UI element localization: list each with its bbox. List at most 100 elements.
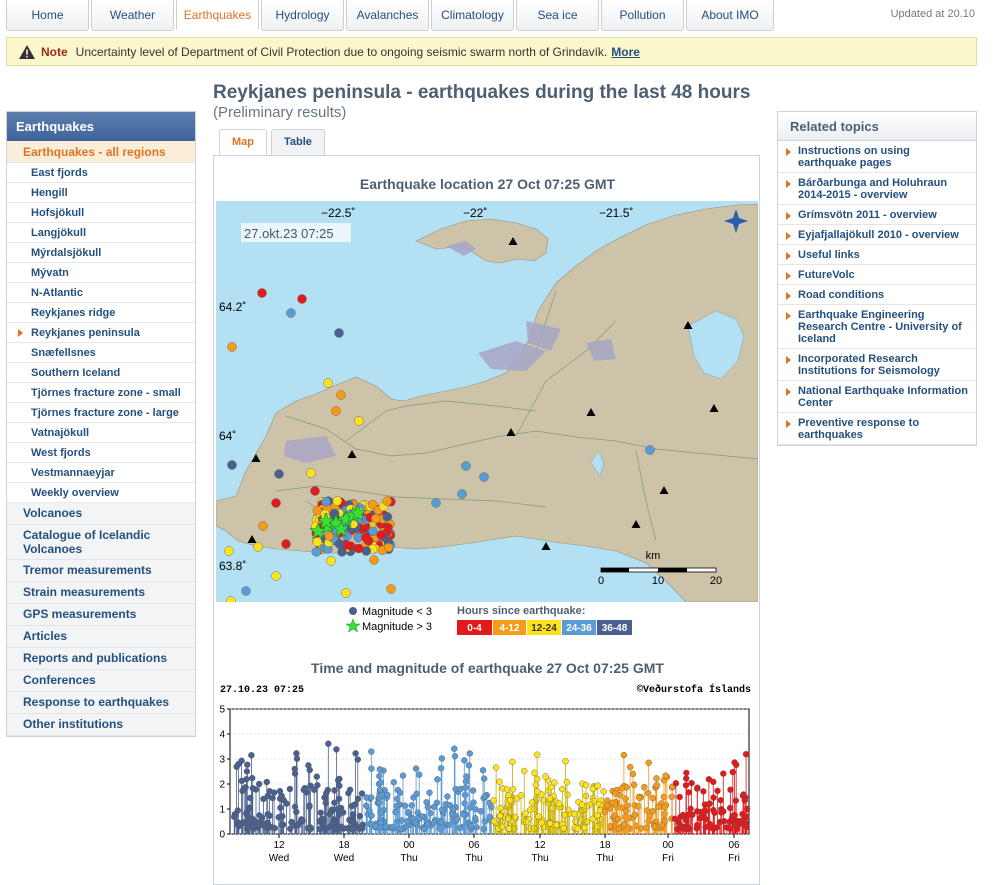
event-dot — [413, 790, 420, 798]
tab-map[interactable]: Map — [219, 129, 267, 156]
related-link-instructions-on-using-earthquake-pages[interactable]: Instructions on using earthquake pages — [778, 141, 976, 173]
notice-more-link[interactable]: More — [611, 45, 640, 59]
event-dot — [322, 799, 330, 807]
event-dot — [393, 802, 400, 810]
page-subtitle: (Preliminary results) — [213, 104, 347, 121]
event-dot — [615, 825, 622, 832]
quake-marker — [479, 472, 489, 482]
tab-hydrology[interactable]: Hydrology — [261, 0, 344, 31]
sidebar-section-conferences[interactable]: Conferences — [7, 670, 195, 692]
sidebar-item-vestmannaeyjar[interactable]: Vestmannaeyjar — [7, 463, 195, 483]
event-dot — [424, 803, 432, 811]
event-dot — [466, 750, 474, 757]
event-dot — [528, 799, 536, 806]
quake-marker — [334, 539, 345, 549]
related-link-national-earthquake-information-center[interactable]: National Earthquake Information Center — [778, 381, 976, 413]
sidebar-section-articles[interactable]: Articles — [7, 626, 195, 648]
sidebar-item-reykjanes-peninsula[interactable]: Reykjanes peninsula — [7, 323, 195, 343]
tab-sea-ice[interactable]: Sea ice — [516, 0, 599, 31]
quake-marker — [431, 498, 441, 508]
event-dot — [655, 803, 662, 811]
event-dot — [503, 786, 511, 793]
event-dot — [437, 764, 445, 772]
map-timestamp: 27.okt.23 07:25 — [244, 226, 334, 241]
related-link-gri-msvo-tn-2011-overview[interactable]: Grímsvötn 2011 - overview — [778, 205, 976, 225]
tab-about-imo[interactable]: About IMO — [686, 0, 774, 31]
sidebar-item-all-regions[interactable]: Earthquakes - all regions — [7, 141, 195, 163]
event-dot — [304, 824, 312, 832]
event-dot — [653, 775, 660, 782]
event-dot — [346, 786, 354, 794]
sidebar-section-strain-measurements[interactable]: Strain measurements — [7, 582, 195, 604]
tab-earthquakes[interactable]: Earthquakes — [176, 0, 259, 31]
sidebar-heading[interactable]: Earthquakes — [7, 112, 195, 141]
x-tick-hour: 00 — [662, 840, 674, 851]
event-dot — [732, 821, 739, 828]
quake-marker — [332, 496, 343, 506]
page-title: Reykjanes peninsula - earthquakes during… — [213, 82, 751, 103]
event-dot — [376, 786, 384, 794]
event-dot — [384, 791, 391, 799]
tab-weather[interactable]: Weather — [91, 0, 174, 31]
event-dot — [397, 825, 405, 833]
tab-pollution[interactable]: Pollution — [601, 0, 684, 31]
event-dot — [694, 808, 701, 815]
event-dot — [238, 757, 245, 765]
sidebar-section-reports-and-publications[interactable]: Reports and publications — [7, 648, 195, 670]
event-dot — [412, 819, 419, 826]
event-dot — [326, 810, 333, 818]
sidebar-item-west-fjords[interactable]: West fjords — [7, 443, 195, 463]
related-link-road-conditions[interactable]: Road conditions — [778, 285, 976, 305]
sidebar-item-n-atlantic[interactable]: N-Atlantic — [7, 283, 195, 303]
notice-banner: Note Uncertainty level of Department of … — [6, 37, 977, 66]
event-dot — [505, 815, 512, 823]
sidebar-item-tjo-rnes-fracture-zone-large[interactable]: Tjörnes fracture zone - large — [7, 403, 195, 423]
sidebar-item-tjo-rnes-fracture-zone-small[interactable]: Tjörnes fracture zone - small — [7, 383, 195, 403]
related-link-useful-links[interactable]: Useful links — [778, 245, 976, 265]
sidebar-section-volcanoes[interactable]: Volcanoes — [7, 503, 195, 525]
sidebar-item-east-fjords[interactable]: East fjords — [7, 163, 195, 183]
sidebar-section-response-to-earthquakes[interactable]: Response to earthquakes — [7, 692, 195, 714]
sidebar-item-sn-fellsnes[interactable]: Snæfellsnes — [7, 343, 195, 363]
sidebar-item-hofsjo-kull[interactable]: Hofsjökull — [7, 203, 195, 223]
quake-marker — [258, 521, 268, 531]
legend-bin-label: 4-12 — [499, 623, 519, 634]
sidebar-item-reykjanes-ridge[interactable]: Reykjanes ridge — [7, 303, 195, 323]
related-link-earthquake-engineering-research-centre-university-of-iceland[interactable]: Earthquake Engineering Research Centre -… — [778, 305, 976, 349]
earthquake-map[interactable]: km 0 10 20 27.okt.23 07:25 −22.5˚ −22˚ −… — [216, 201, 758, 602]
tab-climatology[interactable]: Climatology — [431, 0, 514, 31]
related-link-eyjafjallajo-kull-2010-overview[interactable]: Eyjafjallajökull 2010 - overview — [778, 225, 976, 245]
sidebar-item-southern-iceland[interactable]: Southern Iceland — [7, 363, 195, 383]
related-link-ba-r-arbunga-and-holuhraun-2014-2015-overview[interactable]: Bárðarbunga and Holuhraun 2014-2015 - ov… — [778, 173, 976, 205]
event-dot — [437, 819, 445, 826]
sidebar-section-catalogue-of-icelandic-volcanoes[interactable]: Catalogue of Icelandic Volcanoes — [7, 525, 195, 560]
sidebar-section-other-institutions[interactable]: Other institutions — [7, 714, 195, 736]
event-dot — [244, 813, 252, 820]
sidebar-item-vatnajo-kull[interactable]: Vatnajökull — [7, 423, 195, 443]
lat-label: 64.2˚ — [219, 300, 246, 314]
tab-table[interactable]: Table — [271, 129, 325, 155]
quake-marker — [376, 530, 386, 540]
event-dot — [376, 772, 383, 780]
sidebar-item-hengill[interactable]: Hengill — [7, 183, 195, 203]
sidebar-item-my-vatn[interactable]: Mývatn — [7, 263, 195, 283]
event-dot — [711, 809, 718, 816]
event-dot — [250, 823, 257, 830]
related-link-incorporated-research-institutions-for-seismology[interactable]: Incorporated Research Institutions for S… — [778, 349, 976, 381]
sidebar-item-weekly-overview[interactable]: Weekly overview — [7, 483, 195, 503]
sidebar-section-gps-measurements[interactable]: GPS measurements — [7, 604, 195, 626]
sidebar-item-langjo-kull[interactable]: Langjökull — [7, 223, 195, 243]
related-link-preventive-response-to-earthquakes[interactable]: Preventive response to earthquakes — [778, 413, 976, 445]
sidebar-item-my-rdalsjo-kull[interactable]: Mýrdalsjökull — [7, 243, 195, 263]
event-dot — [313, 773, 321, 780]
sidebar-section-tremor-measurements[interactable]: Tremor measurements — [7, 560, 195, 582]
tab-home[interactable]: Home — [6, 0, 89, 31]
event-dot — [453, 815, 461, 823]
related-link-futurevolc[interactable]: FutureVolc — [778, 265, 976, 285]
plot-title: Time and magnitude of earthquake 27 Oct … — [311, 660, 664, 676]
event-dot — [446, 821, 453, 829]
lat-label: 64˚ — [219, 429, 236, 443]
event-dot — [256, 812, 263, 819]
event-dot — [590, 797, 598, 805]
tab-avalanches[interactable]: Avalanches — [346, 0, 429, 31]
